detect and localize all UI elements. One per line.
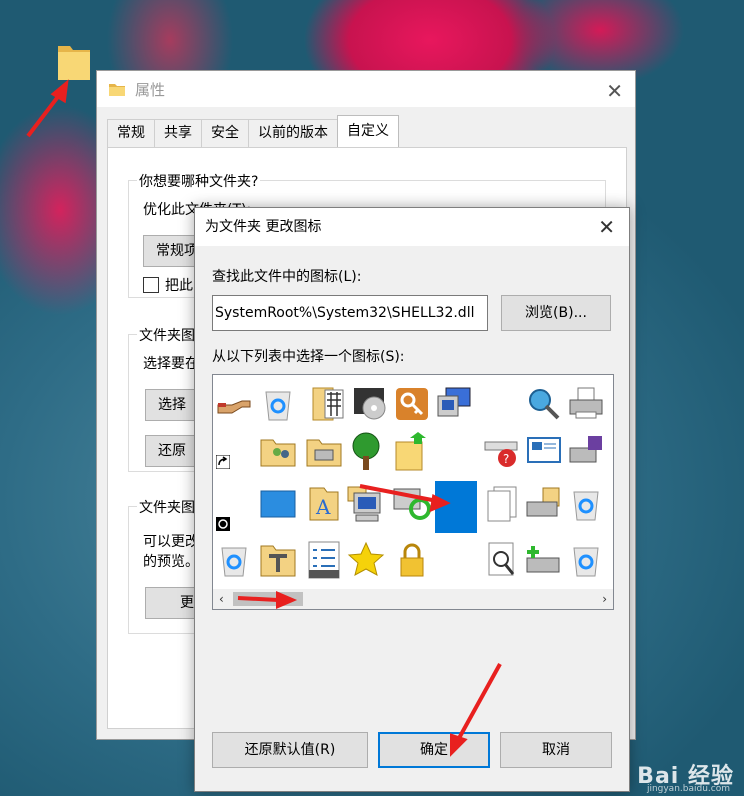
svg-text:A: A: [315, 495, 331, 519]
find-icons-label: 查找此文件中的图标(L):: [212, 269, 362, 285]
folder-printer-icon[interactable]: [303, 431, 345, 473]
folder-icon: [109, 84, 125, 96]
folder-text-icon[interactable]: A: [303, 483, 345, 525]
recycle-bin-4-icon[interactable]: [565, 539, 607, 581]
computer-monitor-2-icon[interactable]: [345, 483, 387, 525]
watermark-url: jingyan.baidu.com: [646, 784, 730, 794]
folder-type-label: 你想要哪种文件夹?: [137, 171, 261, 191]
change-icon-dialog: 为文件夹 更改图标 ✕ 查找此文件中的图标(L): 浏览(B)... 从以下列表…: [194, 207, 630, 792]
star-icon[interactable]: [345, 539, 387, 581]
network-sync-icon[interactable]: [391, 483, 433, 525]
dvd-drive-icon[interactable]: [349, 383, 391, 425]
magnifier-doc-icon[interactable]: [481, 539, 523, 581]
recycle-bin-3-icon[interactable]: [213, 539, 255, 581]
scroll-thumb[interactable]: [233, 592, 303, 606]
svg-text:?: ?: [503, 452, 509, 466]
folder-grid-icon[interactable]: [307, 383, 349, 425]
desktop-folder-icon[interactable]: [56, 40, 92, 82]
shortcut-arrow-icon[interactable]: [213, 441, 233, 483]
printer-folder-icon[interactable]: [523, 483, 565, 525]
folder-pictures-desc: 选择要在: [143, 356, 199, 372]
recycle-bin-2-icon[interactable]: [565, 483, 607, 525]
dialog-titlebar: 为文件夹 更改图标 ✕: [195, 208, 629, 246]
tab-customize[interactable]: 自定义: [337, 115, 399, 147]
desktop-screen-icon[interactable]: [523, 431, 565, 473]
close-icon[interactable]: ✕: [606, 79, 623, 103]
subfolder-checkbox[interactable]: [143, 277, 159, 293]
printer-add-icon[interactable]: [523, 539, 565, 581]
icon-list[interactable]: ? A ‹ ›: [212, 374, 614, 610]
properties-tabs: 常规 共享 安全 以前的版本 自定义: [107, 115, 399, 147]
subfolder-checkbox-label: 把此: [165, 278, 193, 294]
key-icon[interactable]: [391, 383, 433, 425]
hand-share-icon[interactable]: [213, 383, 255, 425]
tab-security[interactable]: 安全: [201, 119, 249, 147]
browse-button[interactable]: 浏览(B)...: [501, 295, 611, 331]
icon-list-scrollbar[interactable]: ‹ ›: [213, 589, 613, 609]
dialog-close-icon[interactable]: ✕: [598, 208, 615, 246]
recycle-bin-icon[interactable]: [257, 383, 299, 425]
selected-blank-icon[interactable]: [435, 481, 477, 533]
checklist-icon[interactable]: [303, 539, 345, 581]
scroll-left-icon[interactable]: ‹: [219, 589, 224, 609]
scroll-right-icon[interactable]: ›: [602, 589, 607, 609]
folder-pictures-label: 文件夹图: [137, 325, 197, 345]
printer-icon[interactable]: [565, 383, 607, 425]
folder-icons-desc-1: 可以更改: [143, 534, 199, 550]
computer-monitor-icon[interactable]: [433, 383, 475, 425]
icon-file-path-input[interactable]: [212, 295, 488, 331]
tab-general[interactable]: 常规: [107, 119, 155, 147]
icon-list-label: 从以下列表中选择一个图标(S):: [212, 349, 405, 365]
lock-icon[interactable]: [391, 539, 433, 581]
tab-sharing[interactable]: 共享: [154, 119, 202, 147]
folder-up-arrow-icon[interactable]: [391, 431, 433, 473]
dialog-title: 为文件夹 更改图标: [205, 219, 322, 235]
restore-defaults-button[interactable]: 还原默认值(R): [212, 732, 368, 768]
search-globe-icon[interactable]: [523, 383, 565, 425]
folder-people-icon[interactable]: [257, 431, 299, 473]
properties-title: 属性: [135, 80, 166, 99]
folder-icons-label: 文件夹图: [137, 497, 197, 517]
tab-previous-versions[interactable]: 以前的版本: [248, 119, 338, 147]
ok-button[interactable]: 确定: [378, 732, 490, 768]
blue-window-icon[interactable]: [257, 483, 299, 525]
cancel-button[interactable]: 取消: [500, 732, 612, 768]
folder-tools-icon[interactable]: [257, 539, 299, 581]
properties-titlebar: 属性 ✕: [97, 71, 635, 107]
network-error-icon[interactable]: ?: [481, 431, 523, 473]
documents-icon[interactable]: [481, 483, 523, 525]
folder-icons-desc-2: 的预览。: [143, 554, 199, 570]
printer-save-icon[interactable]: [565, 431, 607, 473]
tree-icon[interactable]: [345, 431, 387, 473]
